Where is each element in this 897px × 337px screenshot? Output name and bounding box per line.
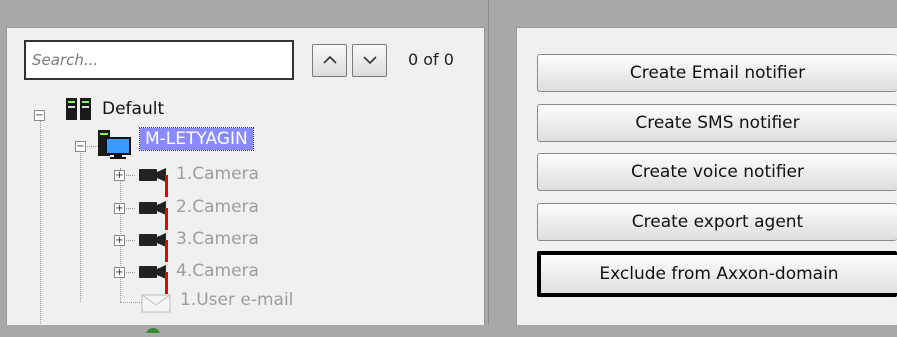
expand-camera-3-toggle[interactable]: + — [114, 235, 125, 246]
tree-line — [80, 146, 81, 302]
tree-item-default[interactable]: Default — [102, 99, 164, 119]
exclude-from-domain-button[interactable]: Exclude from Axxon-domain — [537, 251, 897, 297]
partial-item-icon — [145, 318, 161, 337]
expand-camera-2-toggle[interactable]: + — [114, 203, 125, 214]
search-result-count: 0 of 0 — [408, 50, 454, 69]
tree-item-user-email[interactable]: 1.User e-mail — [180, 290, 293, 310]
camera-icon — [138, 263, 168, 285]
tree-line — [40, 110, 41, 324]
search-next-button[interactable] — [352, 44, 387, 77]
status-marker — [165, 240, 168, 262]
tree-item-camera[interactable]: 3.Camera — [176, 229, 259, 249]
tree-line — [120, 302, 142, 303]
tree-item-server[interactable]: M-LETYAGIN — [139, 127, 254, 151]
collapse-server-toggle[interactable]: − — [75, 141, 86, 152]
create-voice-notifier-button[interactable]: Create voice notifier — [537, 153, 897, 191]
create-sms-notifier-button[interactable]: Create SMS notifier — [537, 104, 897, 142]
collapse-default-toggle[interactable]: − — [34, 110, 45, 121]
camera-icon — [138, 231, 168, 253]
server-icon — [96, 128, 134, 164]
email-icon — [140, 292, 174, 318]
status-marker — [165, 208, 168, 230]
status-marker — [165, 175, 168, 197]
status-marker — [165, 272, 168, 294]
tree-item-camera[interactable]: 4.Camera — [176, 261, 259, 281]
camera-icon — [138, 199, 168, 221]
expand-camera-4-toggle[interactable]: + — [114, 267, 125, 278]
expand-camera-1-toggle[interactable]: + — [114, 170, 125, 181]
create-email-notifier-button[interactable]: Create Email notifier — [537, 54, 897, 92]
tree-item-camera[interactable]: 1.Camera — [176, 164, 259, 184]
tree-item-camera[interactable]: 2.Camera — [176, 197, 259, 217]
chevron-up-icon — [323, 55, 337, 64]
camera-icon — [138, 166, 168, 188]
search-prev-button[interactable] — [312, 44, 347, 77]
chevron-down-icon — [363, 56, 377, 65]
search-input[interactable] — [24, 40, 294, 80]
create-export-agent-button[interactable]: Create export agent — [537, 203, 897, 241]
server-group-icon — [64, 96, 98, 126]
